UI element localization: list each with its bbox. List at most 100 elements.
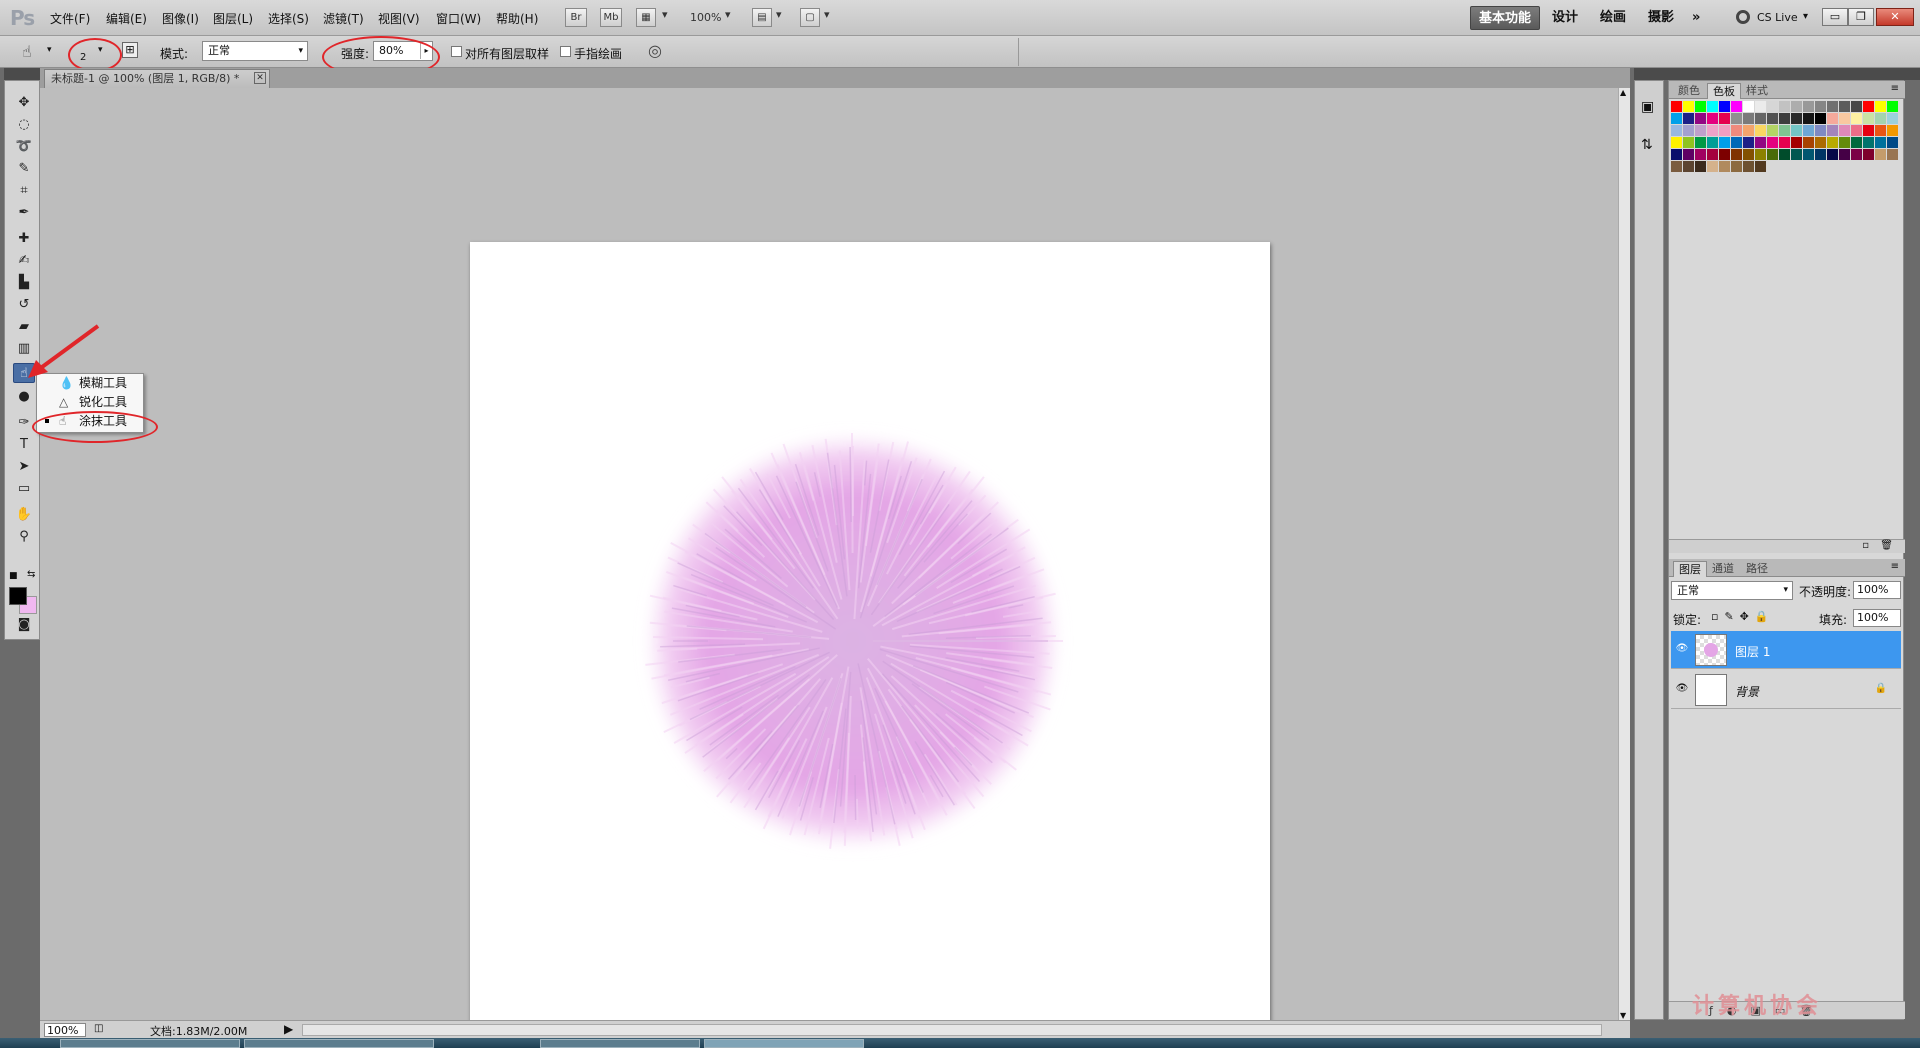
eye-icon[interactable]: 👁 [1675,642,1689,656]
color-swatch[interactable] [1671,149,1682,160]
brush-panel-toggle-icon[interactable]: ⊞ [122,42,138,58]
tab-layers[interactable]: 图层 [1673,561,1707,577]
color-swatch[interactable] [1695,125,1706,136]
workspace-painting[interactable]: 绘画 [1592,6,1634,30]
color-swatch[interactable] [1719,125,1730,136]
path-selection-tool-icon[interactable]: ➤ [13,457,35,477]
menu-window[interactable]: 窗口(W) [436,10,481,27]
color-swatch[interactable] [1779,101,1790,112]
color-swatch[interactable] [1803,113,1814,124]
panel-menu-icon[interactable]: ≡ [1891,83,1899,94]
color-swatch[interactable] [1707,161,1718,172]
color-swatch[interactable] [1755,161,1766,172]
dodge-tool-icon[interactable]: ● [13,387,35,407]
workspace-design[interactable]: 设计 [1544,6,1586,30]
color-swatch[interactable] [1731,125,1742,136]
color-swatch[interactable] [1851,101,1862,112]
chevron-down-icon[interactable]: ▾ [662,8,668,21]
chevron-down-icon[interactable]: ▾ [776,8,782,21]
vertical-scrollbar[interactable]: ▲ ▼ [1618,88,1630,1020]
color-swatch[interactable] [1815,125,1826,136]
move-tool-icon[interactable]: ✥ [13,93,35,113]
actions-panel-icon[interactable]: ⇅ [1641,137,1653,153]
brush-tool-icon[interactable]: ✍ [13,251,35,271]
color-swatch[interactable] [1719,137,1730,148]
view-extras-icon[interactable]: ▦ [636,8,656,27]
menu-select[interactable]: 选择(S) [268,10,309,27]
color-swatch[interactable] [1743,149,1754,160]
menu-layer[interactable]: 图层(L) [213,10,253,27]
bridge-button[interactable]: Br [565,8,587,27]
new-swatch-icon[interactable]: ▫ [1862,540,1869,551]
color-swatch[interactable] [1683,101,1694,112]
flyout-item-sharpen[interactable]: △ 锐化工具 [37,393,145,412]
color-swatch[interactable] [1755,125,1766,136]
horizontal-scrollbar[interactable] [302,1024,1602,1036]
color-swatch[interactable] [1707,101,1718,112]
color-swatch[interactable] [1755,149,1766,160]
color-swatch[interactable] [1743,161,1754,172]
opacity-input[interactable]: 100% [1853,581,1901,599]
sample-all-layers-checkbox[interactable] [451,46,462,57]
color-swatch[interactable] [1839,125,1850,136]
color-swatch[interactable] [1707,113,1718,124]
tablet-pressure-icon[interactable]: ◎ [648,41,662,60]
color-swatch[interactable] [1767,149,1778,160]
color-swatch[interactable] [1671,101,1682,112]
color-swatch[interactable] [1695,113,1706,124]
color-swatch[interactable] [1671,137,1682,148]
color-swatch[interactable] [1863,101,1874,112]
color-swatch[interactable] [1755,137,1766,148]
color-swatch[interactable] [1767,137,1778,148]
color-swatch[interactable] [1863,149,1874,160]
color-swatch[interactable] [1743,125,1754,136]
color-swatch[interactable] [1791,125,1802,136]
color-swatch[interactable] [1731,113,1742,124]
color-swatch[interactable] [1791,101,1802,112]
history-brush-tool-icon[interactable]: ↺ [13,295,35,315]
screen-mode-icon[interactable]: ▢ [800,8,820,27]
menu-image[interactable]: 图像(I) [162,10,199,27]
color-swatch[interactable] [1683,137,1694,148]
color-swatch[interactable] [1743,113,1754,124]
pen-tool-icon[interactable]: ✑ [13,413,35,433]
color-swatch[interactable] [1815,101,1826,112]
color-swatch[interactable] [1719,161,1730,172]
color-swatch[interactable] [1743,137,1754,148]
color-swatch[interactable] [1719,113,1730,124]
foreground-color-swatch[interactable] [9,587,27,605]
color-swatch[interactable] [1851,113,1862,124]
color-swatch[interactable] [1731,137,1742,148]
status-zoom[interactable]: 100% [44,1023,86,1037]
document-tab[interactable]: 未标题-1 @ 100% (图层 1, RGB/8) * ✕ [44,69,270,88]
tab-swatches[interactable]: 色板 [1707,83,1741,99]
type-tool-icon[interactable]: T [13,435,35,455]
color-swatch[interactable] [1719,149,1730,160]
menu-help[interactable]: 帮助(H) [496,10,538,27]
workspace-essentials[interactable]: 基本功能 [1470,6,1541,30]
color-swatch[interactable] [1887,137,1898,148]
color-swatch[interactable] [1683,161,1694,172]
chevron-down-icon[interactable]: ▾ [47,45,52,55]
color-swatch[interactable] [1743,101,1754,112]
color-swatch[interactable] [1803,101,1814,112]
history-panel-icon[interactable]: ▣ [1641,99,1654,115]
cs-live-icon[interactable] [1736,10,1750,24]
workspace-more-button[interactable]: » [1684,6,1708,30]
minimize-button[interactable]: ▭ [1822,8,1848,26]
color-swatch[interactable] [1851,137,1862,148]
menu-file[interactable]: 文件(F) [50,10,90,27]
color-swatch[interactable] [1863,137,1874,148]
menu-view[interactable]: 视图(V) [378,10,420,27]
tab-styles[interactable]: 样式 [1741,83,1773,99]
taskbar-button[interactable] [540,1039,700,1048]
zoom-level[interactable]: 100% [690,11,721,24]
workspace-photography[interactable]: 摄影 [1640,6,1682,30]
color-swatch[interactable] [1803,149,1814,160]
healing-brush-tool-icon[interactable]: ✚ [13,229,35,249]
color-swatch[interactable] [1815,113,1826,124]
cs-live-button[interactable]: CS Live [1757,11,1798,24]
hand-tool-icon[interactable]: ✋ [13,505,35,525]
color-swatch[interactable] [1827,149,1838,160]
color-swatch[interactable] [1815,149,1826,160]
